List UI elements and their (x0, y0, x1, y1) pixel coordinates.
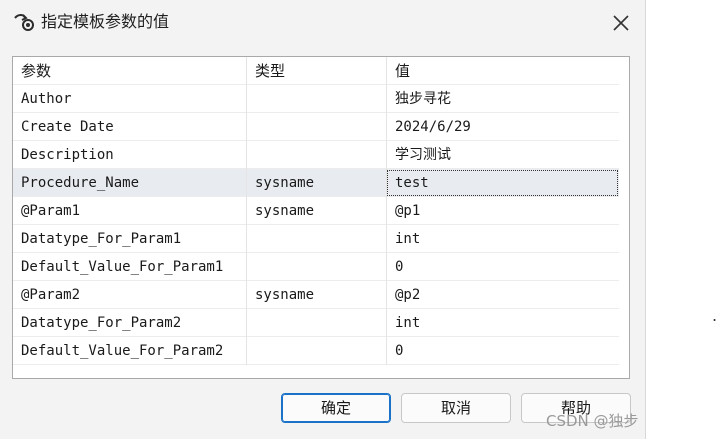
parameter-value-cell[interactable]: 0 (386, 253, 619, 281)
parameter-type-cell (246, 225, 386, 253)
table-row[interactable]: @Param1 sysname @p1 (13, 197, 619, 225)
parameter-type-cell: sysname (246, 169, 386, 197)
table-row[interactable]: Datatype_For_Param2 int (13, 309, 619, 337)
parameter-value-cell[interactable]: test (386, 169, 619, 197)
parameter-name-cell: Datatype_For_Param2 (21, 315, 182, 331)
parameter-value-cell[interactable]: 2024/6/29 (386, 113, 619, 141)
csdn-watermark: CSDN @独步 (546, 412, 639, 430)
parameter-name-cell: Datatype_For_Param1 (21, 231, 182, 247)
table-row[interactable]: Description 学习测试 (13, 141, 619, 169)
sql-template-icon (14, 14, 34, 31)
parameter-type-cell: sysname (246, 281, 386, 309)
parameter-name-cell: @Param2 (21, 287, 81, 303)
parameter-value-cell[interactable]: int (386, 309, 619, 337)
close-icon[interactable] (610, 12, 632, 34)
table-row[interactable]: Default_Value_For_Param2 0 (13, 337, 619, 365)
header-value[interactable]: 值 (386, 57, 619, 85)
stray-mark: . (712, 306, 717, 325)
parameter-type-cell (246, 253, 386, 281)
parameter-type-cell (246, 113, 386, 141)
parameter-name-cell: @Param1 (21, 203, 81, 219)
header-parameter[interactable]: 参数 (13, 57, 246, 85)
parameter-name-cell: Default_Value_For_Param2 (21, 343, 224, 359)
grid-header: 参数 类型 值 (13, 57, 619, 85)
parameter-name-cell: Default_Value_For_Param1 (21, 259, 224, 275)
parameter-value-cell[interactable]: @p2 (386, 281, 619, 309)
parameter-value-cell[interactable]: 学习测试 (386, 141, 619, 169)
table-row[interactable]: Create Date 2024/6/29 (13, 113, 619, 141)
title-bar[interactable]: 指定模板参数的值 (0, 0, 646, 44)
parameter-value-cell[interactable]: @p1 (386, 197, 619, 225)
parameter-name-cell: Create Date (21, 119, 114, 135)
dialog-title: 指定模板参数的值 (41, 12, 170, 31)
ok-button[interactable]: 确定 (281, 393, 391, 423)
parameter-type-cell: sysname (246, 197, 386, 225)
parameter-name-cell: Description (21, 147, 114, 163)
table-row[interactable]: Datatype_For_Param1 int (13, 225, 619, 253)
template-parameters-dialog: 指定模板参数的值 参数 类型 值 Author 独步寻花 Create Date 20… (0, 0, 646, 439)
parameter-type-cell (246, 337, 386, 365)
parameter-name-cell: Author (21, 91, 72, 107)
parameter-value-cell[interactable]: 独步寻花 (386, 85, 619, 113)
parameter-type-cell (246, 141, 386, 169)
header-type[interactable]: 类型 (246, 57, 386, 85)
cancel-button[interactable]: 取消 (401, 393, 511, 423)
parameter-type-cell (246, 85, 386, 113)
table-row[interactable]: @Param2 sysname @p2 (13, 281, 619, 309)
parameter-name-cell: Procedure_Name (21, 175, 140, 191)
parameter-value-cell[interactable]: 0 (386, 337, 619, 365)
parameters-grid[interactable]: 参数 类型 值 Author 独步寻花 Create Date 2024/6/29 De… (12, 56, 630, 379)
table-row[interactable]: Author 独步寻花 (13, 85, 619, 113)
parameter-value-cell[interactable]: int (386, 225, 619, 253)
parameter-type-cell (246, 309, 386, 337)
table-row[interactable]: Default_Value_For_Param1 0 (13, 253, 619, 281)
table-row[interactable]: Procedure_Name sysname test (13, 169, 619, 197)
